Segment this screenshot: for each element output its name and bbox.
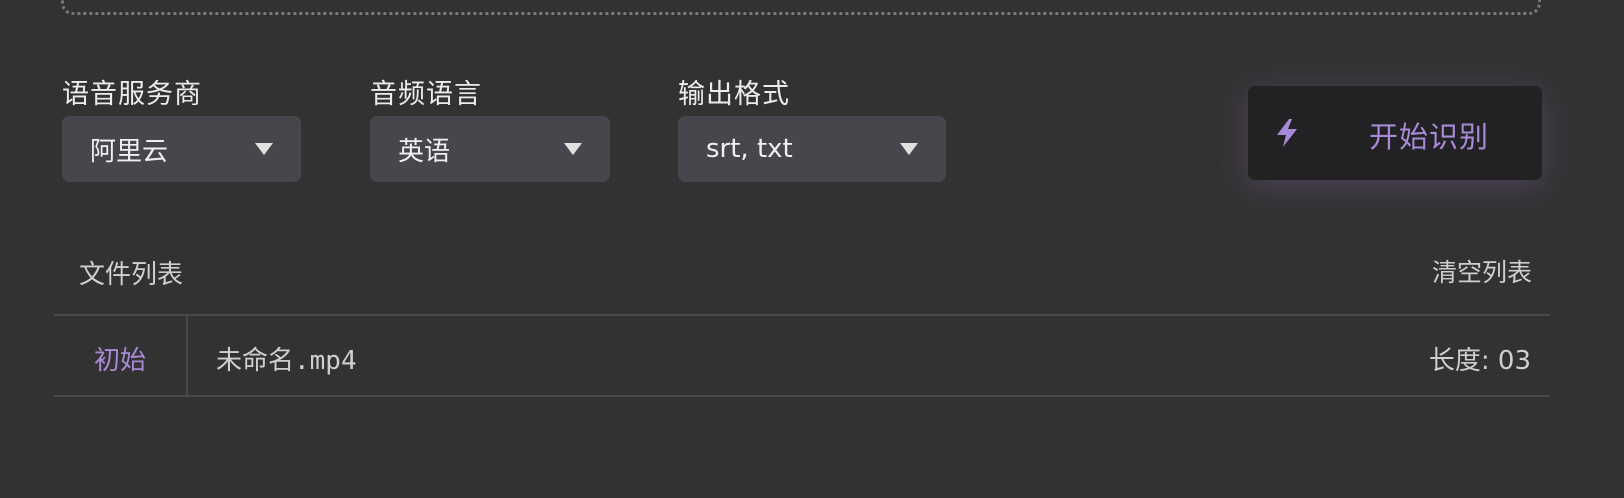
clear-list-button[interactable]: 清空列表 <box>1432 253 1532 289</box>
file-dropzone[interactable] <box>61 0 1541 15</box>
language-select[interactable]: 英语 <box>370 116 610 182</box>
chevron-down-icon <box>255 143 273 155</box>
chevron-down-icon <box>564 143 582 155</box>
provider-select[interactable]: 阿里云 <box>62 116 301 182</box>
start-recognition-label: 开始识别 <box>1368 120 1489 154</box>
provider-select-value: 阿里云 <box>90 136 169 167</box>
language-label: 音频语言 <box>370 79 482 110</box>
format-label: 输出格式 <box>678 79 790 110</box>
chevron-down-icon <box>900 143 918 155</box>
language-select-value: 英语 <box>398 136 451 167</box>
file-status: 初始 <box>94 346 147 376</box>
file-list-title: 文件列表 <box>79 260 184 290</box>
list-divider-bottom <box>54 395 1550 397</box>
file-name: 未命名.mp4 <box>216 346 357 376</box>
format-select-value: srt, txt <box>706 134 793 164</box>
file-length: 长度: 03 <box>1428 346 1531 376</box>
start-recognition-button[interactable]: 开始识别 <box>1248 86 1542 180</box>
format-select[interactable]: srt, txt <box>678 116 946 182</box>
list-divider-top <box>54 314 1550 316</box>
column-divider <box>186 315 188 397</box>
provider-label: 语音服务商 <box>62 79 202 110</box>
lightning-icon <box>1277 119 1297 147</box>
